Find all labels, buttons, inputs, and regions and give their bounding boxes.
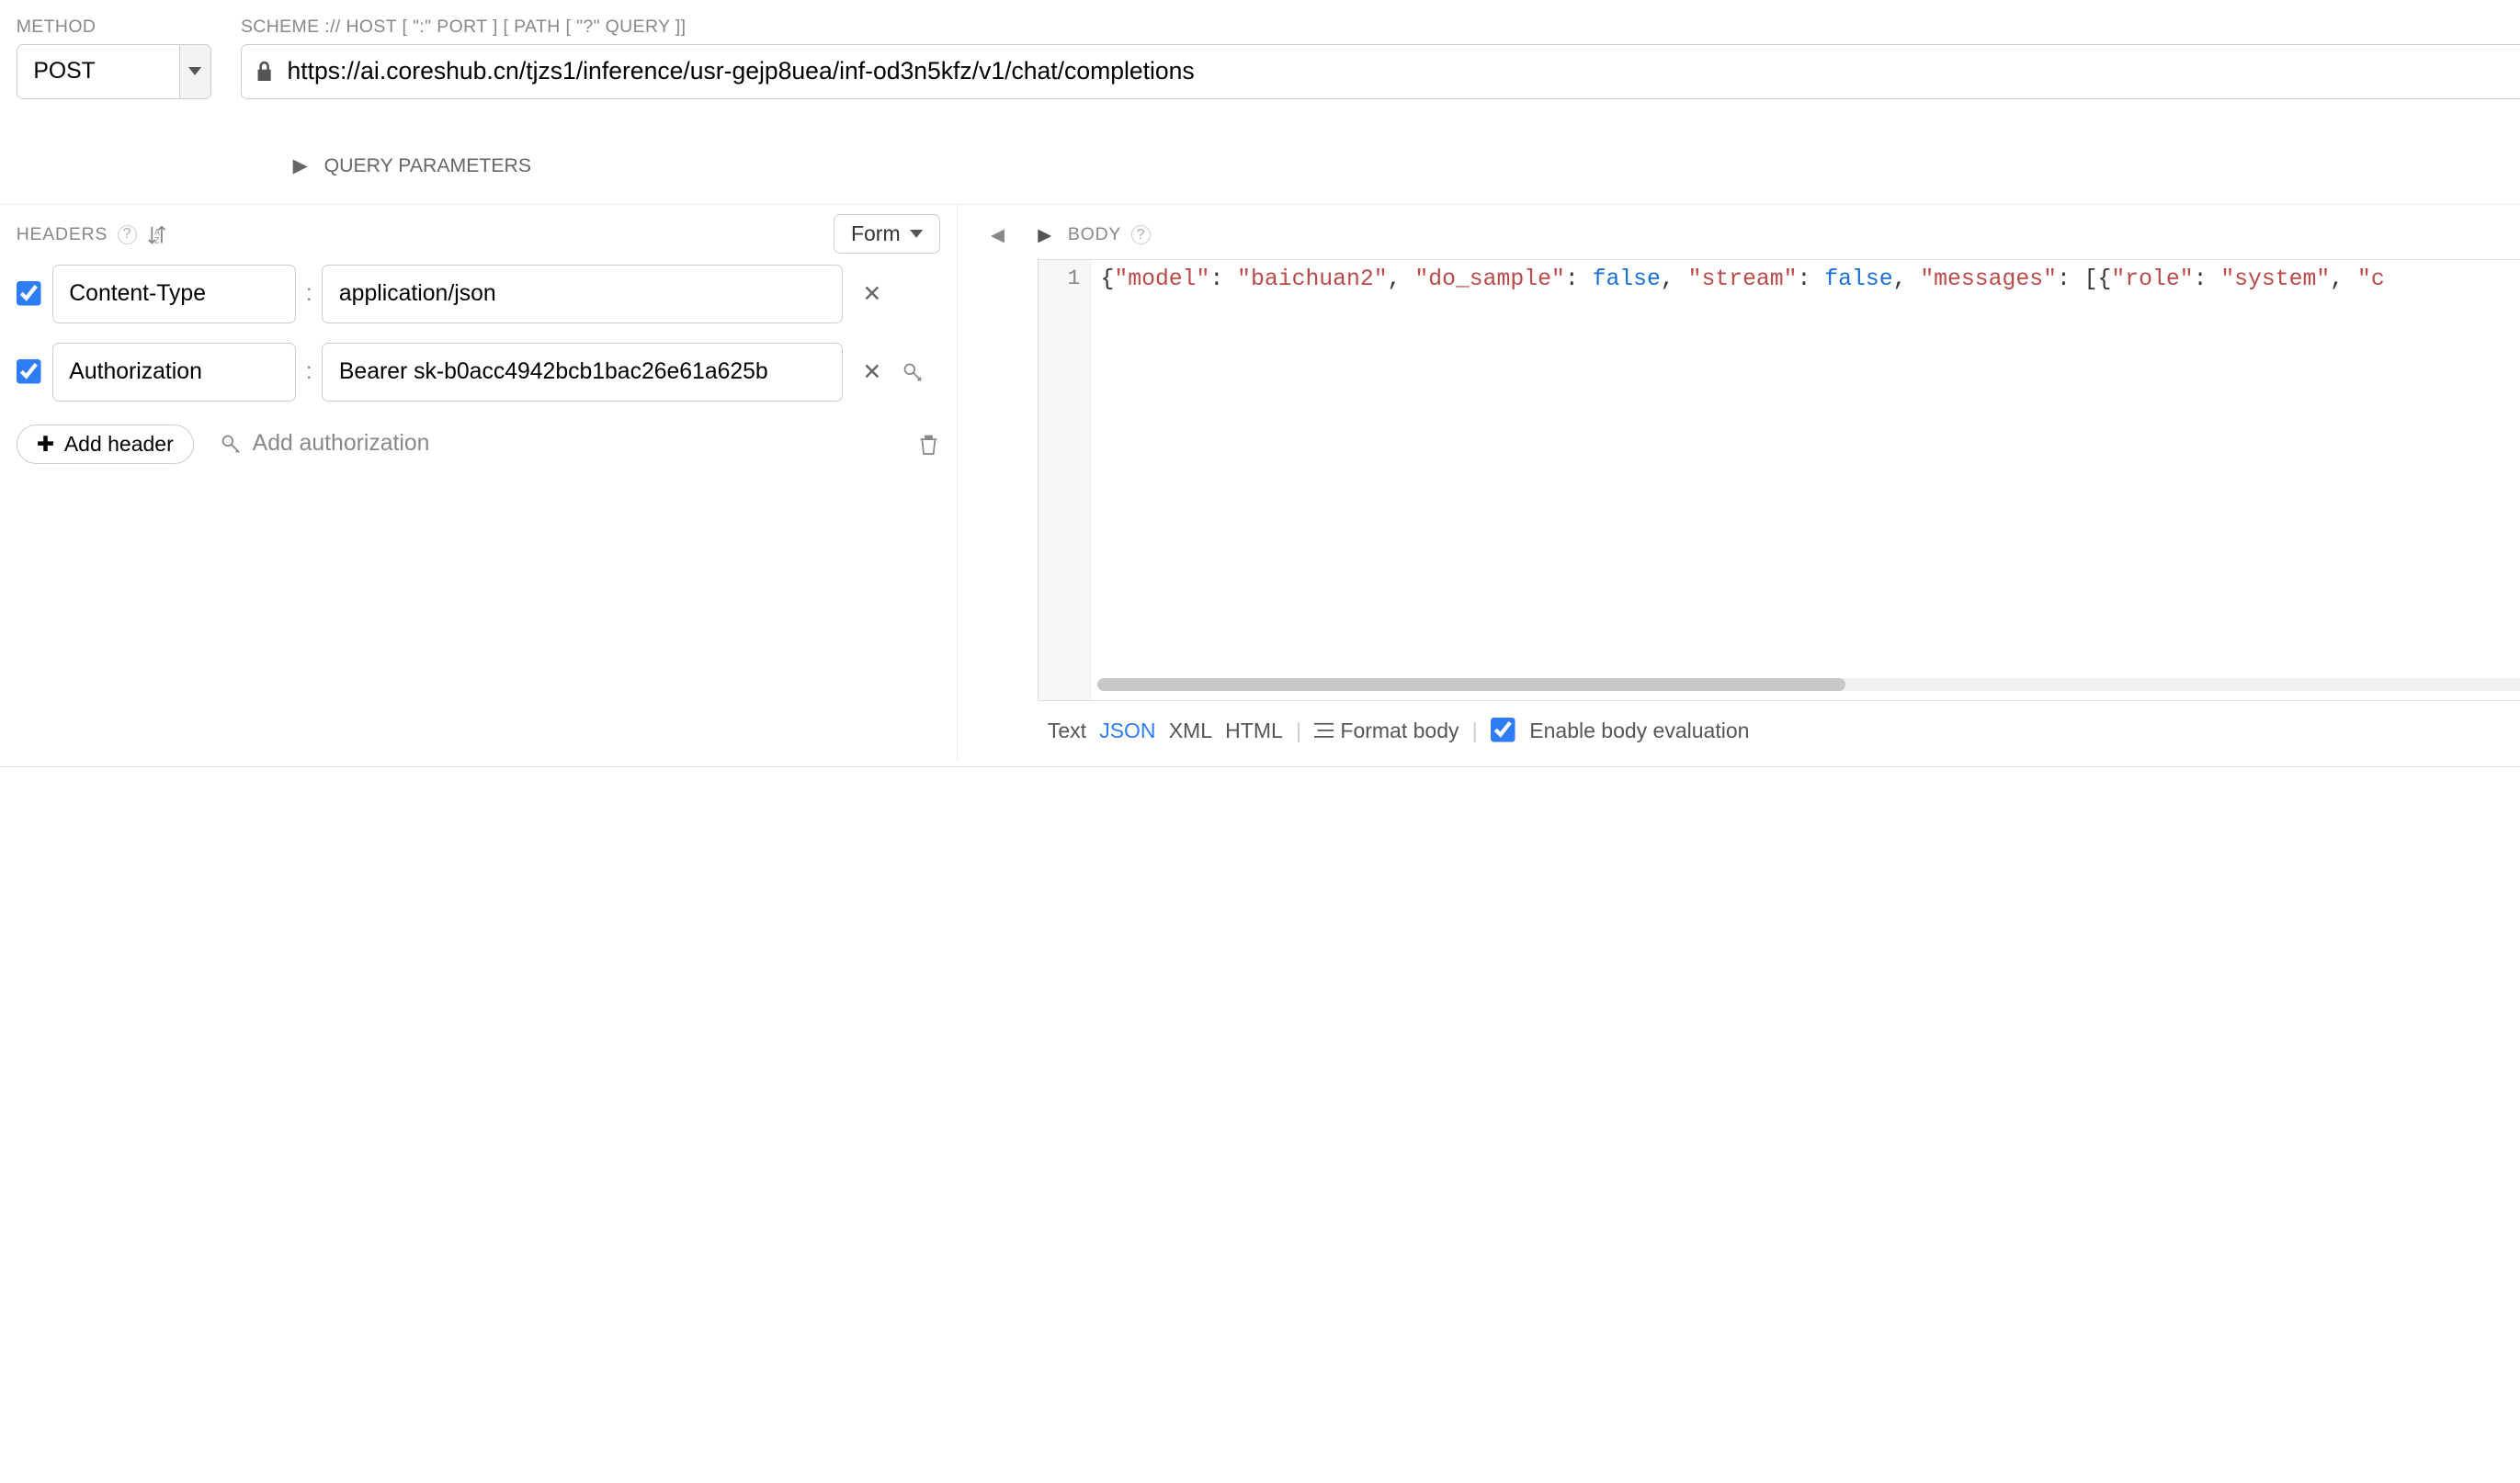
body-toggle[interactable]: ▶ bbox=[1038, 224, 1051, 246]
add-header-label: Add header bbox=[64, 432, 174, 457]
header-row: : ✕ bbox=[17, 265, 940, 323]
header-key-input[interactable] bbox=[52, 265, 297, 323]
url-input-wrap[interactable] bbox=[241, 44, 2520, 99]
body-tab-html[interactable]: HTML bbox=[1225, 719, 1283, 743]
enable-body-eval-checkbox[interactable] bbox=[1491, 718, 1516, 743]
auth-key-icon[interactable] bbox=[902, 361, 940, 384]
body-tab-text[interactable]: Text bbox=[1048, 719, 1086, 743]
plus-icon: ✚ bbox=[37, 432, 54, 457]
colon: : bbox=[306, 281, 312, 307]
url-scheme-label: SCHEME :// HOST [ ":" PORT ] [ PATH [ "?… bbox=[241, 17, 2520, 38]
body-scrollbar[interactable] bbox=[1097, 678, 2520, 691]
header-enabled-checkbox[interactable] bbox=[17, 281, 42, 307]
body-tab-json[interactable]: JSON bbox=[1099, 719, 1155, 743]
header-key-input[interactable] bbox=[52, 343, 297, 402]
url-length: length: 84 byte(s) bbox=[0, 99, 2520, 129]
key-icon bbox=[220, 433, 243, 456]
header-row: : ✕ bbox=[17, 343, 940, 402]
body-help-icon[interactable]: ? bbox=[1131, 225, 1151, 244]
remove-header-icon[interactable]: ✕ bbox=[853, 280, 891, 308]
separator: | bbox=[1296, 719, 1301, 743]
method-label: METHOD bbox=[17, 17, 211, 38]
query-params-label: QUERY PARAMETERS bbox=[324, 154, 531, 177]
headers-title: HEADERS bbox=[17, 224, 108, 245]
headers-view-label: Form bbox=[851, 221, 901, 246]
add-auth-label: Add authorization bbox=[253, 431, 430, 457]
colon: : bbox=[306, 359, 312, 385]
headers-help-icon[interactable]: ? bbox=[118, 225, 137, 244]
headers-sort-icon[interactable]: AZ bbox=[147, 225, 166, 244]
query-params-toggle[interactable]: ▶ bbox=[293, 154, 308, 177]
add-authorization-link[interactable]: Add authorization bbox=[220, 431, 429, 457]
format-body-button[interactable]: Format body bbox=[1314, 719, 1459, 743]
method-caret[interactable] bbox=[179, 44, 211, 99]
body-editor[interactable]: 1 {"model": "baichuan2", "do_sample": fa… bbox=[1038, 259, 2520, 701]
header-value-input[interactable] bbox=[322, 265, 843, 323]
clear-headers-icon[interactable] bbox=[917, 433, 940, 456]
headers-view-dropdown[interactable]: Form bbox=[834, 214, 940, 254]
url-input[interactable] bbox=[287, 47, 2520, 96]
lock-icon bbox=[255, 60, 274, 83]
body-tab-xml[interactable]: XML bbox=[1169, 719, 1212, 743]
separator: | bbox=[1472, 719, 1478, 743]
add-header-button[interactable]: ✚ Add header bbox=[17, 425, 194, 464]
body-title: BODY bbox=[1068, 224, 1121, 245]
collapse-headers-icon[interactable]: ◀ bbox=[991, 224, 1005, 246]
body-json-line[interactable]: {"model": "baichuan2", "do_sample": fals… bbox=[1091, 260, 2520, 700]
enable-body-eval-label: Enable body evaluation bbox=[1529, 719, 1749, 743]
method-select[interactable]: POST bbox=[17, 44, 179, 99]
svg-text:Z: Z bbox=[154, 235, 160, 244]
gutter-line-1: 1 bbox=[1039, 260, 1091, 700]
remove-header-icon[interactable]: ✕ bbox=[853, 358, 891, 386]
header-value-input[interactable] bbox=[322, 343, 843, 402]
header-enabled-checkbox[interactable] bbox=[17, 359, 42, 385]
format-icon bbox=[1314, 722, 1334, 739]
format-body-label: Format body bbox=[1340, 719, 1459, 743]
